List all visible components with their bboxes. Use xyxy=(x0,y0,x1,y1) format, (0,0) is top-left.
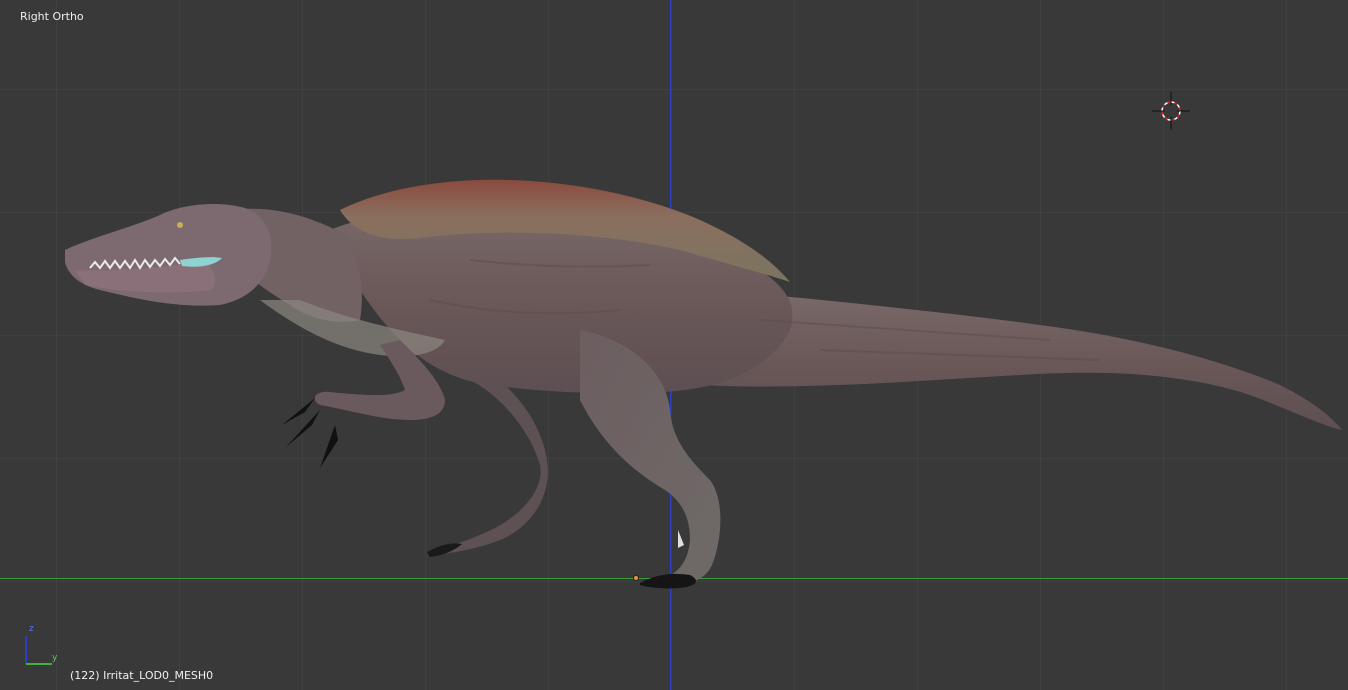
claw-2 xyxy=(286,410,320,447)
eye xyxy=(177,222,183,228)
gizmo-y-label: y xyxy=(52,653,58,663)
claw-3 xyxy=(320,425,338,468)
3d-cursor-icon[interactable] xyxy=(1152,92,1190,130)
3d-viewport[interactable]: Right Ortho z y (122) Irritat_LOD0_MESH0 xyxy=(0,0,1348,690)
object-info-label: (122) Irritat_LOD0_MESH0 xyxy=(70,669,214,682)
object-origin-icon[interactable] xyxy=(633,575,639,581)
spur-highlight xyxy=(678,530,684,548)
far-hind-leg xyxy=(432,372,548,555)
axis-gizmo-icon: z y xyxy=(20,624,64,670)
tail xyxy=(700,290,1342,430)
near-hind-foot xyxy=(640,573,696,589)
dinosaur-model[interactable] xyxy=(0,0,1348,690)
gizmo-z-label: z xyxy=(29,624,34,634)
